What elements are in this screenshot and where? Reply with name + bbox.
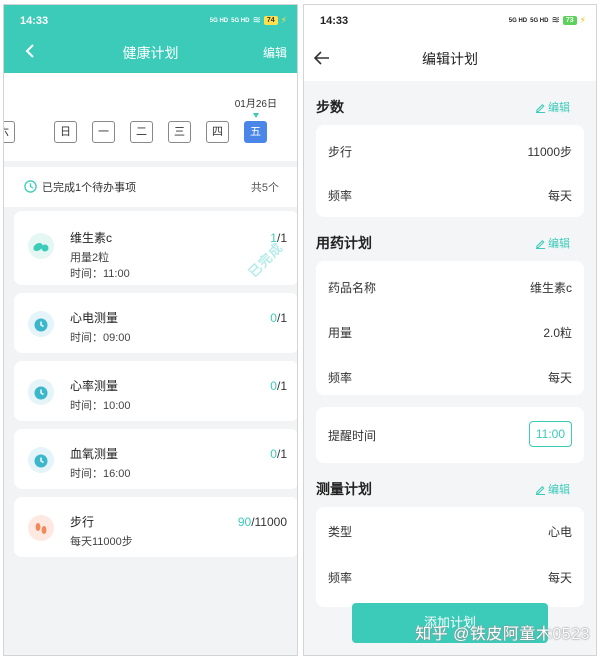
task-card-vitamin[interactable]: 维生素c 用量2粒 时间：11:00 1/1 已完成 <box>14 211 297 285</box>
edit-measurement-button[interactable]: 编辑 <box>535 481 570 497</box>
row-frequency[interactable]: 频率 每天 <box>328 187 572 207</box>
section-header-measurement: 测量计划 编辑 <box>304 473 596 503</box>
page-title: 编辑计划 <box>422 51 478 67</box>
task-card-walking[interactable]: 步行 每天11000步 90/11000 <box>14 497 297 557</box>
row-reminder-time: 提醒时间 11:00 <box>328 421 572 447</box>
section-header-medication: 用药计划 编辑 <box>304 227 596 257</box>
wifi-icon: ≋ <box>551 15 560 26</box>
section-title: 测量计划 <box>316 481 372 497</box>
battery-icon: 74 <box>263 16 278 25</box>
signal-icon: 5G HD <box>209 17 229 24</box>
section-title: 步数 <box>316 99 344 115</box>
task-title: 维生素c <box>70 231 113 245</box>
reminder-label: 提醒时间 <box>328 429 377 443</box>
day-sat[interactable]: 六 <box>4 121 15 143</box>
header-bar: 14:33 5G HD 5G HD ≋ 74 ⚡ 健康计划 编辑 <box>4 5 297 73</box>
status-icons: 5G HD 5G HD ≋ 73 ⚡ <box>509 15 586 26</box>
clock-icon <box>24 180 37 193</box>
task-progress: 0/1 <box>270 311 287 325</box>
day-thu[interactable]: 四 <box>206 121 229 143</box>
task-card-blood-oxygen[interactable]: 血氧测量 时间：16:00 0/1 <box>14 429 297 489</box>
today-marker <box>253 113 259 118</box>
steps-card: 步行 11000步 频率 每天 <box>316 125 584 217</box>
status-time: 14:33 <box>320 15 349 27</box>
edit-plan-screen: 14:33 5G HD 5G HD ≋ 73 ⚡ 编辑计划 步数 编辑 步行 11… <box>303 4 597 656</box>
row-type[interactable]: 类型 心电 <box>328 523 572 543</box>
signal-icon: 5G HD <box>508 17 528 24</box>
task-time: 时间：11:00 <box>70 268 130 280</box>
edit-medication-button[interactable]: 编辑 <box>535 235 570 251</box>
task-progress: 0/1 <box>270 379 287 393</box>
section-header-steps: 步数 编辑 <box>304 91 596 121</box>
footprints-icon <box>28 515 54 541</box>
day-fri-selected[interactable]: 五 <box>244 113 267 143</box>
row-walk[interactable]: 步行 11000步 <box>328 143 572 163</box>
battery-icon: 73 <box>562 16 577 25</box>
charging-icon: ⚡ <box>280 15 287 25</box>
edit-steps-button[interactable]: 编辑 <box>535 99 570 115</box>
pill-icon <box>28 233 54 259</box>
summary-text: 已完成1个待办事项 <box>42 182 137 194</box>
row-frequency[interactable]: 频率 每天 <box>328 369 572 389</box>
day-sun[interactable]: 日 <box>54 121 77 143</box>
status-bar: 14:33 5G HD 5G HD ≋ 73 ⚡ <box>304 5 596 35</box>
task-time: 时间：10:00 <box>70 400 131 412</box>
row-dosage[interactable]: 用量 2.0粒 <box>328 324 572 344</box>
status-time: 14:33 <box>20 15 49 27</box>
task-title: 心率测量 <box>70 379 119 393</box>
reminder-time-button[interactable]: 11:00 <box>528 421 572 447</box>
calendar-date: 01月26日 <box>234 99 277 110</box>
medication-card: 药品名称 维生素c 用量 2.0粒 频率 每天 <box>316 261 584 395</box>
alarm-clock-icon <box>28 379 54 405</box>
header-bar: 14:33 5G HD 5G HD ≋ 73 ⚡ 编辑计划 <box>304 5 596 81</box>
charging-icon: ⚡ <box>579 15 586 25</box>
nav-bar: 健康计划 编辑 <box>4 41 297 65</box>
day-wed[interactable]: 三 <box>168 121 191 143</box>
signal-icon-2: 5G HD <box>231 17 250 24</box>
pencil-icon <box>535 239 546 249</box>
alarm-clock-icon <box>28 447 54 473</box>
pencil-icon <box>535 103 546 113</box>
day-tue[interactable]: 二 <box>130 121 153 143</box>
task-dose: 用量2粒 <box>70 252 110 264</box>
screenshot-pair: 14:33 5G HD 5G HD ≋ 74 ⚡ 健康计划 编辑 01月26日 … <box>0 0 600 660</box>
status-bar: 14:33 5G HD 5G HD ≋ 74 ⚡ <box>4 5 297 35</box>
day-fri-label: 五 <box>250 126 261 138</box>
summary-count: 共5个 <box>250 182 279 194</box>
row-drug-name[interactable]: 药品名称 维生素c <box>328 279 572 299</box>
measurement-card: 类型 心电 频率 每天 <box>316 507 584 607</box>
task-progress: 90/11000 <box>237 515 287 529</box>
task-progress: 0/1 <box>270 447 287 461</box>
pencil-icon <box>535 485 546 495</box>
day-mon[interactable]: 一 <box>92 121 115 143</box>
status-icons: 5G HD 5G HD ≋ 74 ⚡ <box>210 15 287 26</box>
task-title: 步行 <box>70 515 95 529</box>
task-title: 血氧测量 <box>70 447 119 461</box>
alarm-clock-icon <box>28 311 54 337</box>
day-strip: 六 日 一 二 三 四 五 <box>4 113 297 147</box>
week-calendar: 01月26日 六 日 一 二 三 四 五 <box>4 73 297 161</box>
page-title: 健康计划 <box>122 45 179 61</box>
reminder-card: 提醒时间 11:00 <box>316 407 584 463</box>
task-time: 时间：16:00 <box>70 468 131 480</box>
task-time: 时间：09:00 <box>70 332 131 344</box>
task-card-heart-rate[interactable]: 心率测量 时间：10:00 0/1 <box>14 361 297 421</box>
task-card-ecg[interactable]: 心电测量 时间：09:00 0/1 <box>14 293 297 353</box>
task-goal: 每天11000步 <box>70 536 133 548</box>
edit-button[interactable]: 编辑 <box>263 44 287 61</box>
todo-summary: 已完成1个待办事项 共5个 <box>4 167 297 207</box>
task-title: 心电测量 <box>70 311 119 325</box>
signal-icon-2: 5G HD <box>530 17 549 24</box>
watermark: 知乎 @铁皮阿童木0523 <box>415 626 590 643</box>
wifi-icon: ≋ <box>252 15 261 26</box>
health-plan-screen: 14:33 5G HD 5G HD ≋ 74 ⚡ 健康计划 编辑 01月26日 … <box>3 4 298 656</box>
section-title: 用药计划 <box>316 235 372 251</box>
row-frequency[interactable]: 频率 每天 <box>328 569 572 589</box>
